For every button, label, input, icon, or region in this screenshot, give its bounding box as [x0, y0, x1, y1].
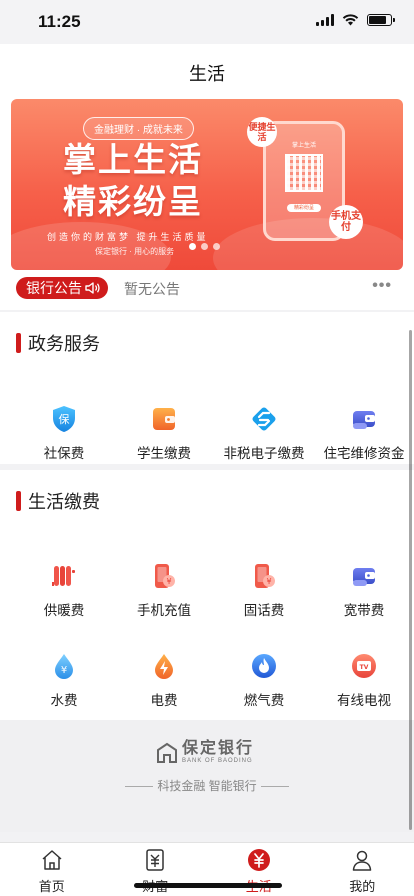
banner-headline-line1: 掌上生活 [63, 141, 203, 178]
banner-headline-line2: 精彩纷呈 [63, 183, 203, 220]
status-icons [316, 14, 395, 26]
section-title: 生活缴费 [28, 492, 100, 512]
speaker-icon [85, 282, 100, 294]
tab-label: 首页 [38, 879, 65, 894]
tab-bar: 首页 财富 生活 我的 [0, 842, 414, 896]
payment-label: 水费 [50, 693, 78, 708]
housing-fund-wallet-icon [353, 411, 375, 429]
scrollbar[interactable] [409, 330, 412, 830]
bank-name: 保定银行 [182, 740, 255, 757]
banner-subtext: 保定银行 · 用心的服务 [95, 247, 175, 256]
svg-text:¥: ¥ [166, 577, 171, 586]
bank-notice-tag: 银行公告 [16, 277, 108, 299]
section-accent-bar [16, 333, 21, 353]
tab-label: 我的 [349, 879, 376, 894]
home-icon [42, 850, 62, 870]
convenient-life-badge: 便捷生活 [247, 117, 277, 147]
section-header: 生活缴费 [16, 488, 100, 514]
service-label: 学生缴费 [137, 446, 191, 461]
status-time: 11:25 [38, 12, 81, 31]
bank-logo: 保定银行 BANK OF BAODING [156, 741, 254, 765]
government-services-section: 政务服务 保 社保费 学生缴费 非税电子缴费 住宅维修资金 [0, 312, 414, 464]
payment-mobile-recharge[interactable]: ¥ 手机充值 [114, 562, 214, 652]
payment-label: 固话费 [243, 603, 285, 618]
svg-text:¥: ¥ [266, 577, 271, 586]
tab-profile[interactable]: 我的 [311, 843, 414, 896]
profile-icon [353, 850, 372, 871]
banner-slogan: 创造你的财富梦 提升生活质量 [47, 232, 209, 242]
water-drop-icon: ¥ [55, 654, 73, 679]
notice-bar[interactable]: 银行公告 暂无公告 ••• [0, 272, 414, 310]
phone-button: 精彩纷呈 [287, 204, 321, 212]
radiator-icon [52, 566, 75, 586]
banner-headline: 掌上生活 精彩纷呈 [63, 139, 203, 223]
carousel-dot[interactable] [201, 243, 208, 250]
payment-label: 燃气费 [243, 693, 285, 708]
bank-emblem-icon [157, 742, 177, 763]
nontax-payment-icon [252, 407, 276, 431]
carousel-dot[interactable] [213, 243, 220, 250]
carousel-dot[interactable] [189, 243, 196, 250]
landline-bill-icon: ¥ [255, 564, 275, 588]
brand-footer: 保定银行 BANK OF BAODING 科技金融 智能银行 [0, 720, 414, 832]
status-bar: 11:25 [0, 0, 414, 44]
payment-label: 有线电视 [337, 693, 391, 708]
cellular-signal-icon [316, 14, 334, 26]
payment-label: 手机充值 [137, 603, 191, 618]
tab-wealth[interactable]: 财富 [104, 843, 208, 896]
qr-code-icon [285, 154, 323, 192]
notice-tag-label: 银行公告 [26, 280, 82, 296]
nav-bar: 生活 [0, 44, 414, 96]
life-yuan-icon [247, 849, 270, 871]
broadband-wallet-icon [353, 568, 375, 586]
payment-landline[interactable]: ¥ 固话费 [214, 562, 314, 652]
svg-text:保: 保 [59, 412, 70, 426]
payment-label: 宽带费 [343, 603, 385, 618]
banner-container: 金融理财 · 成就未来 掌上生活 精彩纷呈 创造你的财富梦 提升生活质量 保定银… [0, 96, 414, 272]
main-content: 金融理财 · 成就未来 掌上生活 精彩纷呈 创造你的财富梦 提升生活质量 保定银… [0, 96, 414, 842]
payment-broadband[interactable]: 宽带费 [314, 562, 414, 652]
wealth-icon [146, 849, 164, 871]
service-label: 住宅维修资金 [323, 446, 405, 461]
payment-label: 电费 [150, 693, 178, 708]
more-icon[interactable]: ••• [372, 277, 392, 295]
payment-heating[interactable]: 供暖费 [14, 562, 114, 652]
notice-text: 暂无公告 [124, 281, 180, 297]
life-payments-section: 生活缴费 供暖费 ¥ 手机充值 ¥ 固话费 宽带费 ¥ 水费 电费 燃气费 TV… [0, 470, 414, 720]
electricity-drop-icon [155, 654, 173, 679]
section-title: 政务服务 [28, 334, 100, 354]
payment-grid: 供暖费 ¥ 手机充值 ¥ 固话费 宽带费 ¥ 水费 电费 燃气费 TV 有线电视 [0, 562, 414, 742]
cable-tv-icon: TV [352, 654, 376, 678]
section-accent-bar [16, 491, 21, 511]
home-indicator[interactable] [134, 883, 282, 888]
wifi-icon [342, 14, 359, 26]
mobile-recharge-icon: ¥ [155, 564, 175, 588]
carousel-dots[interactable] [189, 243, 220, 250]
battery-icon [367, 14, 395, 26]
section-header: 政务服务 [16, 330, 100, 356]
payment-label: 供暖费 [43, 603, 85, 618]
tab-life[interactable]: 生活 [207, 843, 311, 896]
service-label: 非税电子缴费 [223, 446, 305, 461]
brand-slogan: 科技金融 智能银行 [0, 777, 414, 794]
page-title: 生活 [189, 64, 225, 84]
mobile-pay-badge: 手机支付 [329, 205, 363, 239]
service-label: 社保费 [43, 446, 85, 461]
tab-home[interactable]: 首页 [0, 843, 104, 896]
student-wallet-icon [153, 408, 175, 430]
bank-english-name: BANK OF BAODING [182, 758, 253, 764]
svg-text:TV: TV [360, 664, 369, 671]
social-security-shield-icon: 保 [53, 406, 75, 432]
svg-text:¥: ¥ [61, 665, 67, 676]
banner-tag: 金融理财 · 成就未来 [83, 117, 194, 140]
promo-banner[interactable]: 金融理财 · 成就未来 掌上生活 精彩纷呈 创造你的财富梦 提升生活质量 保定银… [11, 99, 403, 270]
phone-title: 掌上生活 [291, 143, 316, 149]
gas-flame-icon [252, 654, 276, 678]
